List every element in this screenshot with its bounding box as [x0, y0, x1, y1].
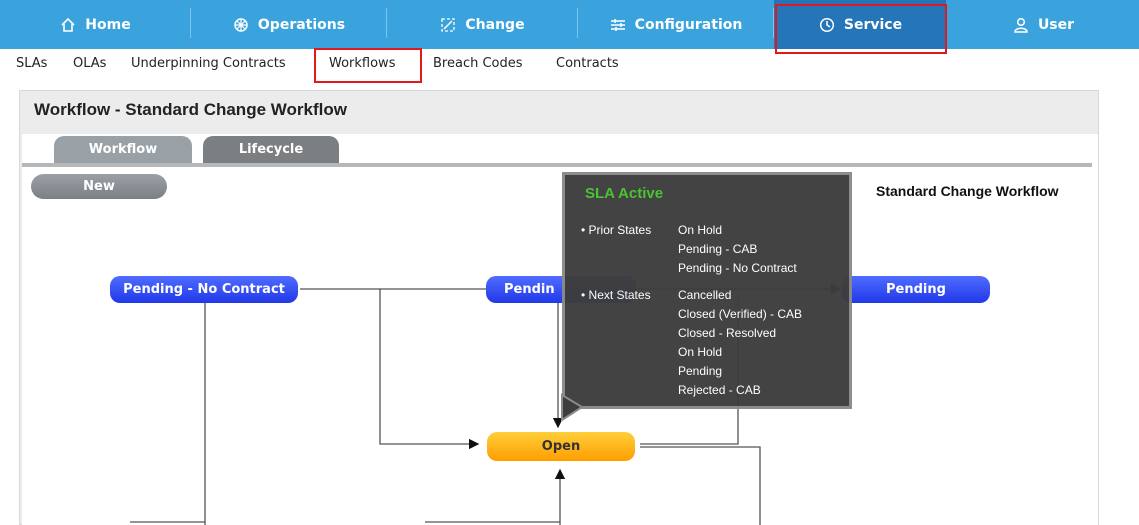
next-state: Pending [678, 364, 723, 378]
prior-states-label: • Prior States [581, 223, 652, 237]
next-state: On Hold [678, 345, 723, 359]
state-new[interactable]: New [31, 174, 167, 199]
prior-state: Pending - CAB [678, 242, 758, 256]
next-states-label: • Next States [581, 288, 651, 302]
next-state: Rejected - CAB [678, 383, 761, 397]
state-pending[interactable]: Pending [842, 276, 990, 303]
tooltip-title: SLA Active [585, 185, 664, 202]
prior-state: Pending - No Contract [678, 261, 797, 275]
next-state: Cancelled [678, 288, 732, 302]
next-state: Closed - Resolved [678, 326, 777, 340]
state-open[interactable]: Open [487, 432, 635, 461]
prior-state: On Hold [678, 223, 723, 237]
sla-tooltip: SLA Active • Prior States On Hold Pendin… [562, 172, 852, 409]
state-pending-no-contract[interactable]: Pending - No Contract [110, 276, 298, 303]
next-state: Closed (Verified) - CAB [678, 307, 803, 321]
